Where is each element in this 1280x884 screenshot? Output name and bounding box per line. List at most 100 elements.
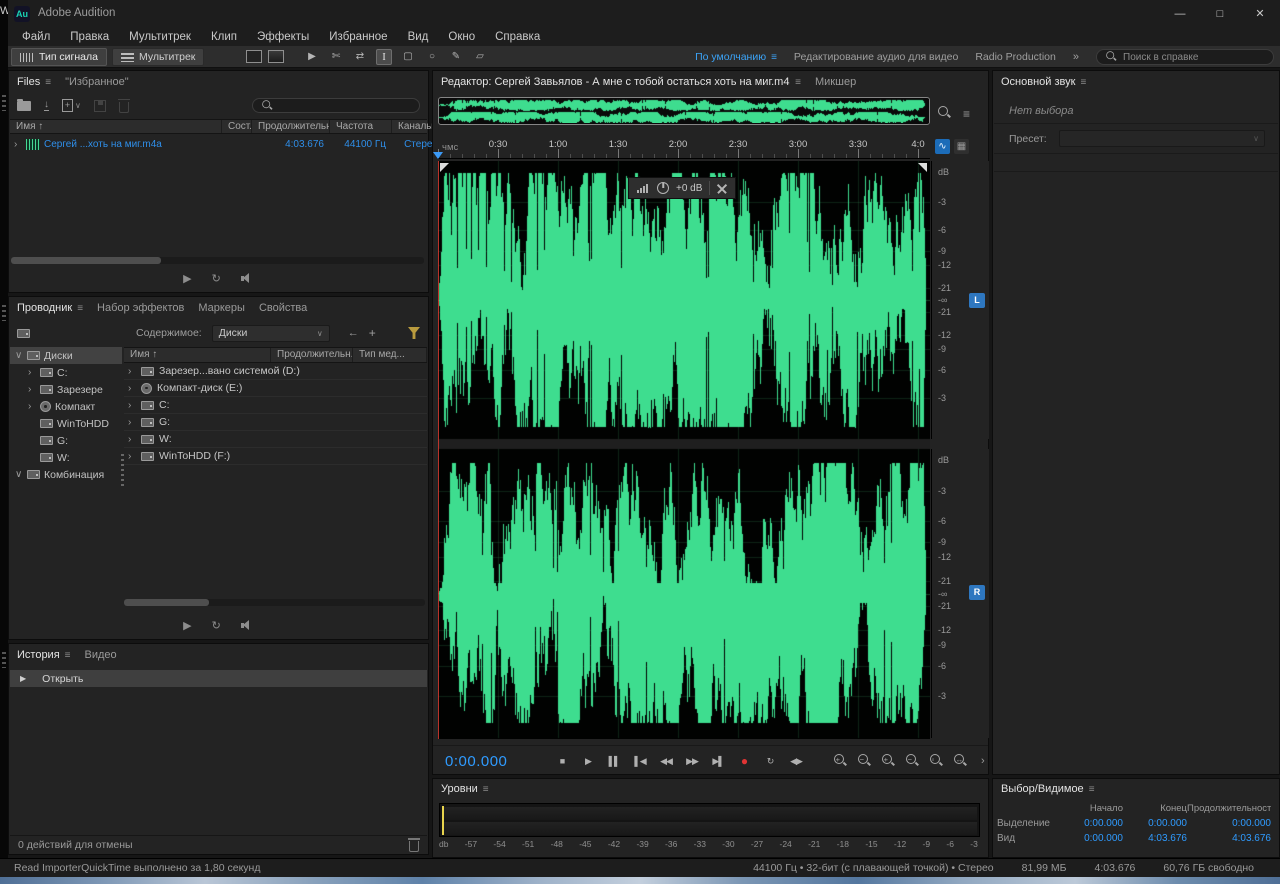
tab-files[interactable]: Files≡ (17, 76, 51, 88)
content-select[interactable]: Диски∨ (212, 325, 330, 342)
mount-drive-icon[interactable] (17, 329, 30, 338)
tree-item[interactable]: ∨Диски (10, 347, 122, 364)
workspace-menu-icon[interactable]: ≡ (771, 52, 777, 63)
razor-tool-icon[interactable]: ✄ (328, 49, 344, 65)
skip-to-end-button[interactable]: ▶▌ (707, 751, 729, 771)
panel-grip[interactable] (2, 305, 6, 321)
spectral-display-icon[interactable] (268, 50, 284, 63)
maximize-button[interactable]: □ (1200, 0, 1240, 28)
workspace-default[interactable]: По умолчанию≡ (695, 51, 777, 63)
tab-mixer[interactable]: Микшер (815, 76, 856, 88)
auto-play-speaker-icon[interactable] (241, 620, 254, 631)
tab-essential-sound[interactable]: Основной звук≡ (1001, 76, 1086, 88)
scrollbar-thumb[interactable] (11, 257, 161, 264)
drive-row[interactable]: ›Компакт-диск (E:) (124, 380, 427, 397)
selection-end[interactable]: 0:00.000 (1123, 818, 1187, 829)
menu-item-2[interactable]: Мультитрек (119, 31, 201, 43)
trash-icon[interactable] (119, 102, 129, 113)
chevron-right-icon[interactable]: › (128, 451, 136, 462)
zoom-selection-button[interactable]: ▫ (929, 753, 943, 767)
import-file-icon[interactable]: ↓ (44, 100, 49, 111)
preview-play-button[interactable]: ▶ (183, 272, 191, 285)
files-column-3[interactable]: Частота (330, 120, 392, 133)
tree-item[interactable]: ›Компакт (10, 398, 122, 415)
eraser-tool-icon[interactable]: ▱ (472, 49, 488, 65)
preview-play-button[interactable]: ▶ (183, 619, 191, 632)
chevron-right-icon[interactable]: › (128, 417, 136, 428)
auto-play-speaker-icon[interactable] (241, 273, 254, 284)
zoom-out-button[interactable]: − (857, 753, 871, 767)
workspace-overflow-chevron[interactable]: » (1073, 51, 1079, 63)
timeline-ruler[interactable]: чмс 0:301:001:302:002:303:003:304:0 (438, 137, 930, 159)
history-entry[interactable]: ▶ Открыть (10, 670, 427, 687)
zoom-in-width-button[interactable]: + (881, 753, 895, 767)
tab-explorer[interactable]: Проводник≡ (17, 302, 83, 314)
tab-effects-rack[interactable]: Набор эффектов (97, 302, 184, 314)
add-shortcut-icon[interactable]: + (369, 326, 376, 340)
hud-gain-control[interactable]: +0 dB (628, 177, 736, 199)
level-meter[interactable] (439, 803, 980, 837)
back-arrow-icon[interactable]: ← (348, 327, 359, 339)
help-search-input[interactable] (1123, 52, 1266, 63)
view-start[interactable]: 0:00.000 (1055, 833, 1123, 844)
drive-row[interactable]: ›WinToHDD (F:) (124, 448, 427, 465)
overview-navigator[interactable] (438, 97, 930, 125)
tree-item[interactable]: ›C: (10, 364, 122, 381)
waveform-canvas[interactable] (438, 161, 930, 739)
menu-item-4[interactable]: Эффекты (247, 31, 319, 43)
menu-item-0[interactable]: Файл (12, 31, 60, 43)
tab-properties[interactable]: Свойства (259, 302, 307, 314)
explorer-column-1[interactable]: Продолжительн... (271, 348, 353, 362)
tab-markers[interactable]: Маркеры (198, 302, 245, 314)
zoom-in-button[interactable]: + (833, 753, 847, 767)
scrollbar-thumb[interactable] (124, 599, 209, 606)
show-waveform-button[interactable]: ∿ (935, 139, 950, 154)
playhead-handle[interactable] (433, 152, 443, 159)
chevron-right-icon[interactable]: › (28, 367, 36, 378)
tree-item[interactable]: ∨Комбинация (10, 466, 122, 483)
title-bar[interactable]: Au Adobe Audition — □ ✕ (8, 0, 1280, 28)
filter-funnel-icon[interactable] (408, 327, 420, 339)
trash-icon[interactable] (409, 841, 419, 852)
overview-menu-icon[interactable]: ≡ (963, 107, 970, 121)
panel-menu-icon[interactable]: ≡ (795, 77, 801, 88)
workspace-radio-production[interactable]: Radio Production (975, 51, 1056, 63)
panel-menu-icon[interactable]: ≡ (483, 784, 489, 795)
drive-row[interactable]: ›Зарезер...вано системой (D:) (124, 363, 427, 380)
zoom-out-width-button[interactable]: − (905, 753, 919, 767)
channel-right-button[interactable]: R (969, 585, 985, 600)
chevron-right-icon[interactable]: › (128, 366, 136, 377)
marquee-tool-icon[interactable]: ▢ (400, 49, 416, 65)
selection-handle-top-right[interactable] (918, 163, 927, 172)
panel-menu-icon[interactable]: ≡ (45, 77, 51, 88)
panel-grip[interactable] (2, 652, 6, 668)
loop-preview-button[interactable]: ↻ (212, 619, 221, 632)
chevron-right-icon[interactable]: › (128, 434, 136, 445)
explorer-column-0[interactable]: Имя ↑ (124, 348, 271, 362)
preset-select[interactable]: ∨ (1059, 130, 1265, 147)
hud-pin-icon[interactable] (717, 183, 727, 193)
view-duration[interactable]: 4:03.676 (1187, 833, 1271, 844)
move-tool-icon[interactable]: ▶ (304, 49, 320, 65)
record-button[interactable]: ● (733, 751, 755, 771)
show-spectral-button[interactable]: ▦ (954, 139, 969, 154)
chevron-down-icon[interactable]: ∨ (15, 469, 23, 480)
play-button[interactable]: ▶ (577, 751, 599, 771)
menu-item-7[interactable]: Окно (438, 31, 485, 43)
time-selection-tool-icon[interactable]: I (376, 49, 392, 65)
drive-row[interactable]: ›C: (124, 397, 427, 414)
menu-item-6[interactable]: Вид (398, 31, 439, 43)
waveform-display-icon[interactable] (246, 50, 262, 63)
loop-preview-button[interactable]: ↻ (212, 272, 221, 285)
new-item-button[interactable]: +∨ (62, 99, 81, 112)
file-row[interactable]: ›Сергей ...хоть на миг.m4a 4:03.676 4410… (10, 136, 427, 153)
tree-item[interactable]: ›Зарезере (10, 381, 122, 398)
menu-item-5[interactable]: Избранное (319, 31, 397, 43)
horizontal-scrollbar[interactable] (124, 599, 425, 606)
horizontal-scrollbar[interactable] (11, 257, 424, 264)
transport-overflow-chevron[interactable]: › (981, 755, 985, 767)
tree-item[interactable]: WinToHDD (10, 415, 122, 432)
skip-selection-button[interactable]: ◀▶ (785, 751, 807, 771)
explorer-column-2[interactable]: Тип мед... (353, 348, 427, 362)
brush-tool-icon[interactable]: ✎ (448, 49, 464, 65)
